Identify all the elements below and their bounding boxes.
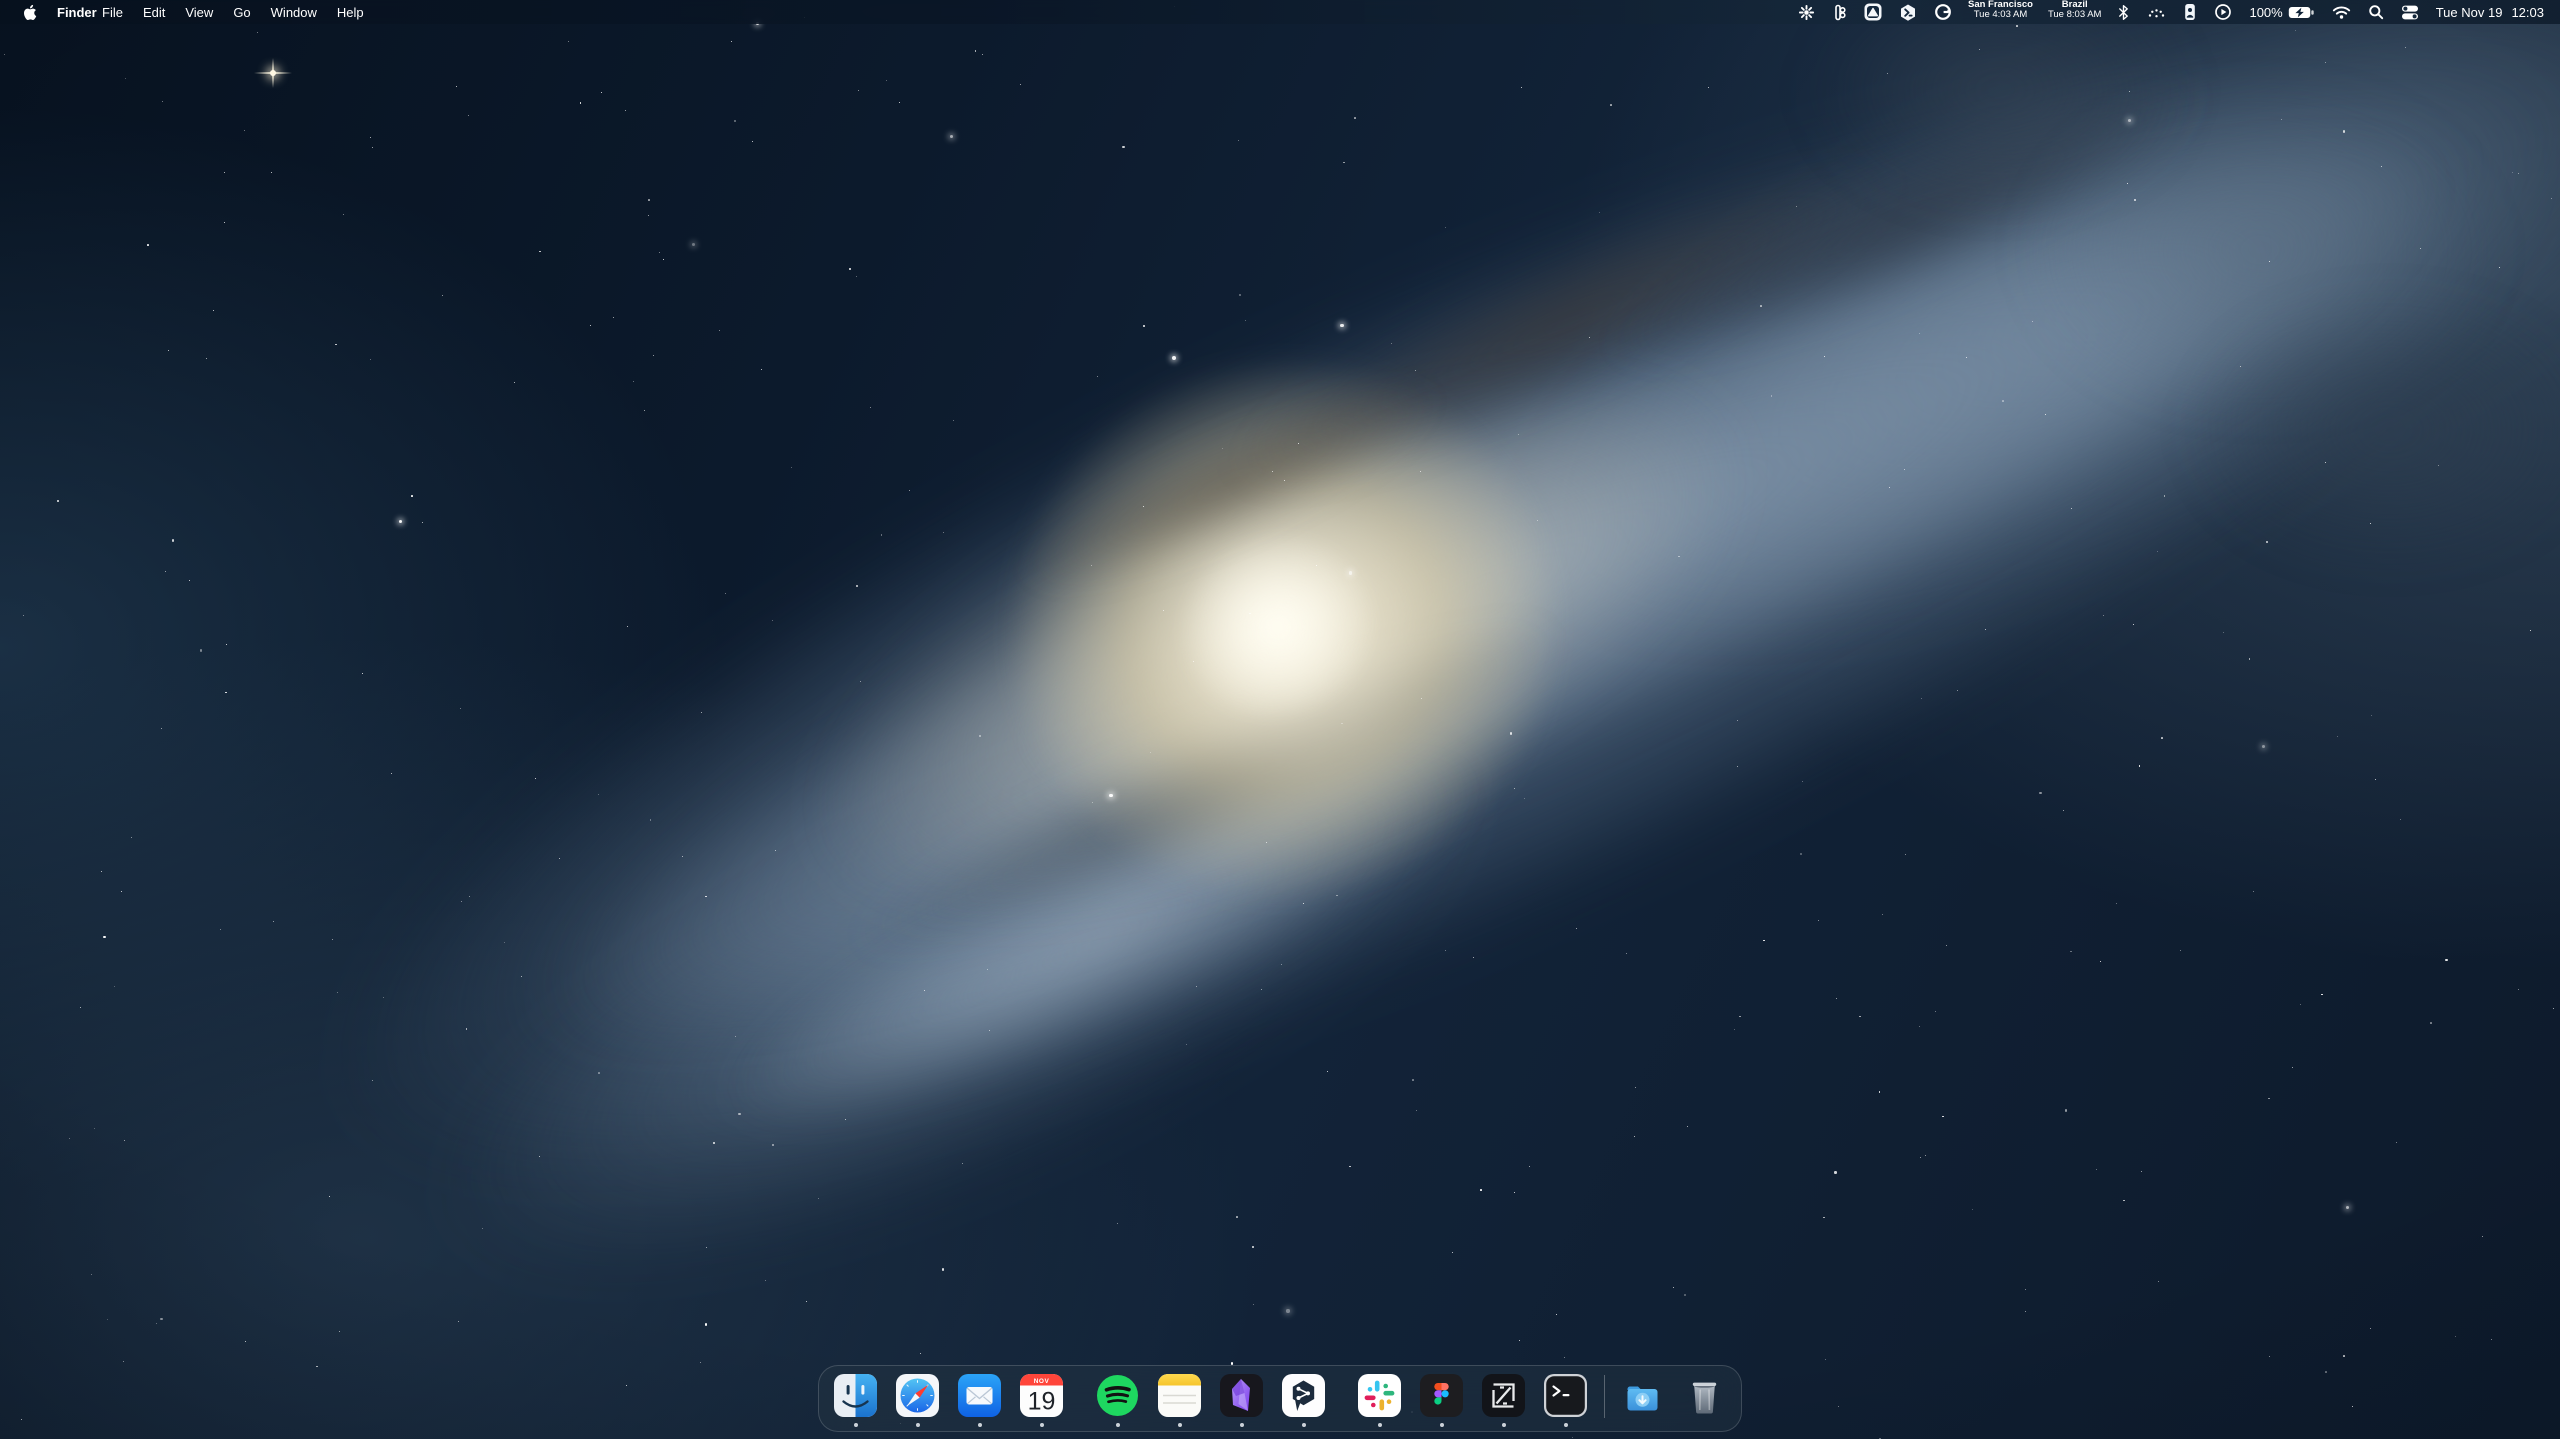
control-center-icon[interactable] [2395,0,2425,24]
dock-icon-calendar[interactable]: NOV 19 [1019,1373,1064,1418]
calendar-month: NOV [1034,1378,1050,1385]
desktop-wallpaper [0,0,2560,1439]
running-indicator [916,1423,920,1427]
dock-icon-safari[interactable] [895,1373,940,1418]
battery-status[interactable]: 100% [2243,0,2320,24]
dock-icon-zed[interactable] [1481,1373,1526,1418]
dock-icon-spotify[interactable] [1095,1373,1140,1418]
menu-go[interactable]: Go [223,0,260,24]
now-playing-icon[interactable] [2208,0,2238,24]
apple-logo-icon [22,4,37,21]
menu-edit[interactable]: Edit [133,0,175,24]
world-clock-brazil[interactable]: Brazil Tue 8:03 AM [2043,0,2107,24]
bluetooth-icon[interactable] [2111,0,2136,24]
running-indicator [1116,1423,1120,1427]
dock-icon-mail[interactable] [957,1373,1002,1418]
running-indicator [1502,1423,1506,1427]
mobile-device-icon[interactable] [2177,0,2203,24]
active-app-menu[interactable]: Finder [47,0,92,35]
dock-icon-obsidian[interactable] [1219,1373,1264,1418]
world-clock-san-francisco[interactable]: San Francisco Tue 4:03 AM [1963,0,2038,24]
clock-time: Tue 4:03 AM [1974,10,2028,20]
battery-percent: 100% [2249,5,2282,20]
vignette [0,0,2560,1439]
g-circle-icon[interactable] [1928,0,1958,24]
dock-icon-finder[interactable] [833,1373,878,1418]
menu-window[interactable]: Window [261,0,327,24]
battery-charging-icon [2288,6,2315,19]
dock-icon-trash[interactable] [1682,1373,1727,1418]
menu-help[interactable]: Help [327,0,374,24]
calendar-day: 19 [1028,1388,1056,1416]
running-indicator [1178,1423,1182,1427]
menu-bar-time: 12:03 [2511,5,2544,20]
dock-icon-slack[interactable] [1357,1373,1402,1418]
dock-icon-figma[interactable] [1419,1373,1464,1418]
running-indicator [1440,1423,1444,1427]
running-indicator [1302,1423,1306,1427]
running-indicator [1564,1423,1568,1427]
apple-menu[interactable] [12,0,47,24]
dotted-arc-icon[interactable] [2141,0,2172,24]
running-indicator [1378,1423,1382,1427]
sunburst-icon[interactable] [1792,0,1821,24]
menu-view[interactable]: View [175,0,223,24]
outline-b-icon[interactable] [1826,0,1853,24]
dock-icon-hexagon-share-app[interactable] [1281,1373,1326,1418]
running-indicator [1240,1423,1244,1427]
dock-icon-terminal[interactable] [1543,1373,1588,1418]
menu-bar-clock[interactable]: Tue Nov 19 12:03 [2430,0,2550,24]
running-indicator [854,1423,858,1427]
running-indicator [1040,1423,1044,1427]
triangle-app-icon[interactable] [1858,0,1888,24]
clock-time: Tue 8:03 AM [2048,10,2102,20]
dock-icon-notes[interactable] [1157,1373,1202,1418]
menu-bar-date: Tue Nov 19 [2436,5,2503,20]
menu-file[interactable]: File [92,0,133,24]
menu-bar: Finder File Edit View Go Window Help [0,0,2560,24]
spotlight-search-icon[interactable] [2362,0,2390,24]
dock: NOV 19 [818,1365,1742,1432]
dock-separator [1604,1375,1605,1418]
dock-icon-downloads-folder[interactable] [1620,1373,1665,1418]
menu-bar-status: San Francisco Tue 4:03 AM Brazil Tue 8:0… [1792,0,2550,24]
wifi-icon[interactable] [2326,0,2357,24]
menu-bar-left: Finder File Edit View Go Window Help [12,0,374,24]
running-indicator [978,1423,982,1427]
hexagon-app-icon[interactable] [1893,0,1923,24]
